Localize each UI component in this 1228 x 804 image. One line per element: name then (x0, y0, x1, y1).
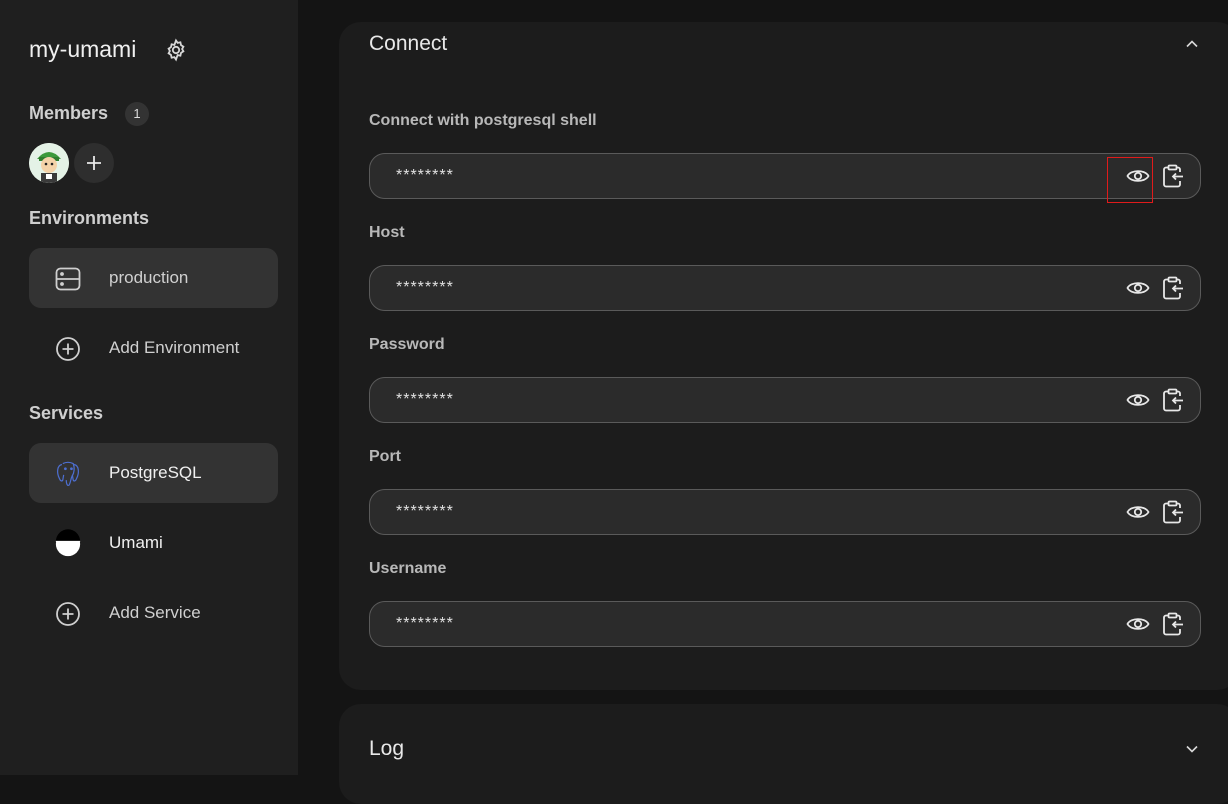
chevron-down-icon[interactable] (1184, 741, 1200, 757)
add-member-button[interactable] (74, 143, 114, 183)
port-field[interactable]: ******** (369, 489, 1201, 535)
add-environment-button[interactable]: Add Environment (29, 318, 278, 378)
members-heading: Members (29, 103, 109, 123)
add-service-label: Add Service (109, 603, 201, 622)
highlight-box (1107, 157, 1153, 203)
field-label-password: Password (369, 336, 445, 353)
field-label-connect-shell: Connect with postgresql shell (369, 112, 597, 129)
service-item-postgresql[interactable]: PostgreSQL (29, 443, 278, 503)
avatar-image-icon (29, 143, 69, 183)
add-circle-icon (56, 337, 80, 361)
username-field[interactable]: ******** (369, 601, 1201, 647)
sidebar: my-umami Members 1 Environments producti… (0, 0, 298, 775)
connect-panel: Connect Connect with postgresql shell **… (339, 22, 1228, 690)
field-value: ******** (396, 615, 454, 632)
eye-icon[interactable] (1126, 500, 1150, 524)
clipboard-copy-icon[interactable] (1162, 276, 1184, 300)
environments-heading: Environments (29, 208, 150, 228)
postgresql-icon (57, 461, 79, 487)
services-heading: Services (29, 403, 104, 423)
host-field[interactable]: ******** (369, 265, 1201, 311)
field-label-host: Host (369, 224, 405, 241)
clipboard-copy-icon[interactable] (1162, 388, 1184, 412)
avatar[interactable] (29, 143, 69, 183)
field-value: ******** (396, 279, 454, 296)
clipboard-copy-icon[interactable] (1162, 500, 1184, 524)
field-label-port: Port (369, 448, 401, 465)
project-title: my-umami (29, 36, 137, 62)
service-label-postgresql: PostgreSQL (109, 463, 202, 482)
field-label-username: Username (369, 560, 447, 577)
field-value: ******** (396, 167, 454, 184)
field-value: ******** (396, 503, 454, 520)
eye-icon[interactable] (1126, 612, 1150, 636)
log-panel: Log (339, 704, 1228, 804)
server-icon (55, 267, 81, 291)
eye-icon[interactable] (1126, 276, 1150, 300)
plus-icon (87, 156, 101, 170)
add-environment-label: Add Environment (109, 338, 240, 357)
password-field[interactable]: ******** (369, 377, 1201, 423)
environment-label: production (109, 268, 189, 287)
connect-shell-field[interactable]: ******** (369, 153, 1201, 199)
connect-title[interactable]: Connect (369, 32, 447, 56)
clipboard-copy-icon[interactable] (1162, 612, 1184, 636)
add-circle-icon (56, 602, 80, 626)
field-value: ******** (396, 391, 454, 408)
eye-icon[interactable] (1126, 388, 1150, 412)
umami-icon (55, 529, 81, 557)
clipboard-copy-icon[interactable] (1162, 164, 1184, 188)
chevron-up-icon[interactable] (1184, 36, 1200, 52)
add-service-button[interactable]: Add Service (29, 583, 278, 643)
service-label-umami: Umami (109, 533, 163, 552)
gear-icon[interactable] (164, 38, 188, 62)
log-title[interactable]: Log (369, 737, 404, 761)
members-count-badge: 1 (125, 102, 149, 126)
service-item-umami[interactable]: Umami (29, 513, 278, 573)
environment-item-production[interactable]: production (29, 248, 278, 308)
